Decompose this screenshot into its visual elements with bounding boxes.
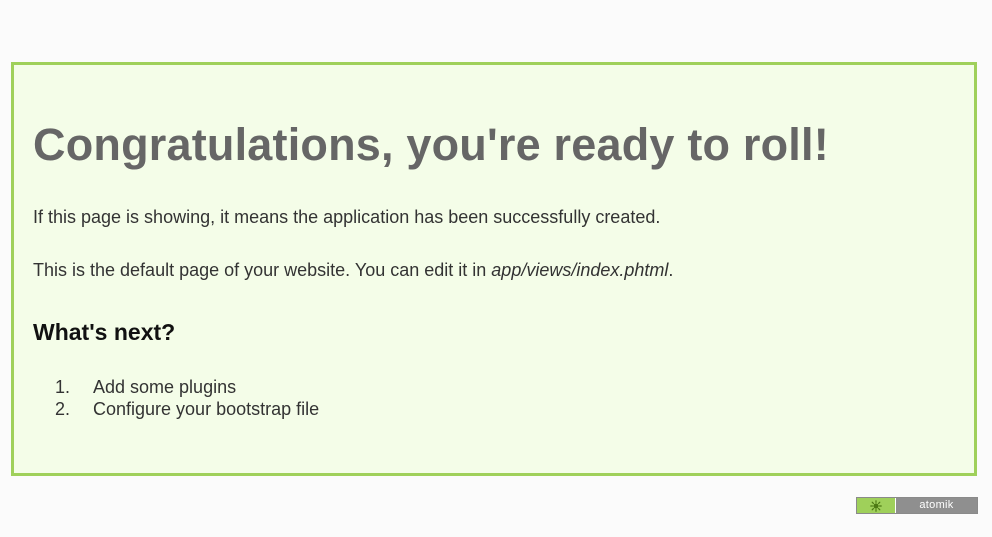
atomik-badge-link[interactable]: atomik <box>856 497 978 514</box>
page-title: Congratulations, you're ready to roll! <box>33 119 829 170</box>
index-file-path: app/views/index.phtml <box>491 260 669 280</box>
step-number: 2. <box>55 399 71 419</box>
atomik-logo-icon <box>857 498 896 513</box>
default-page-message-prefix: This is the default page of your website… <box>33 260 492 280</box>
step-label: Configure your bootstrap file <box>93 399 320 419</box>
page: Congratulations, you're ready to roll! I… <box>0 0 992 537</box>
step-number: 1. <box>55 377 71 397</box>
list-item: 2. Configure your bootstrap file <box>55 398 319 420</box>
step-label: Add some plugins <box>93 377 237 397</box>
list-item: 1. Add some plugins <box>55 376 319 398</box>
default-page-message: This is the default page of your website… <box>33 259 673 281</box>
default-page-message-suffix: . <box>668 260 674 280</box>
next-steps-list: 1. Add some plugins 2. Configure your boot… <box>55 376 319 420</box>
atomik-badge-label: atomik <box>896 498 977 513</box>
created-message: If this page is showing, it means the ap… <box>33 207 661 227</box>
welcome-box: Congratulations, you're ready to roll! I… <box>11 62 977 476</box>
whats-next-heading: What's next? <box>33 319 176 345</box>
